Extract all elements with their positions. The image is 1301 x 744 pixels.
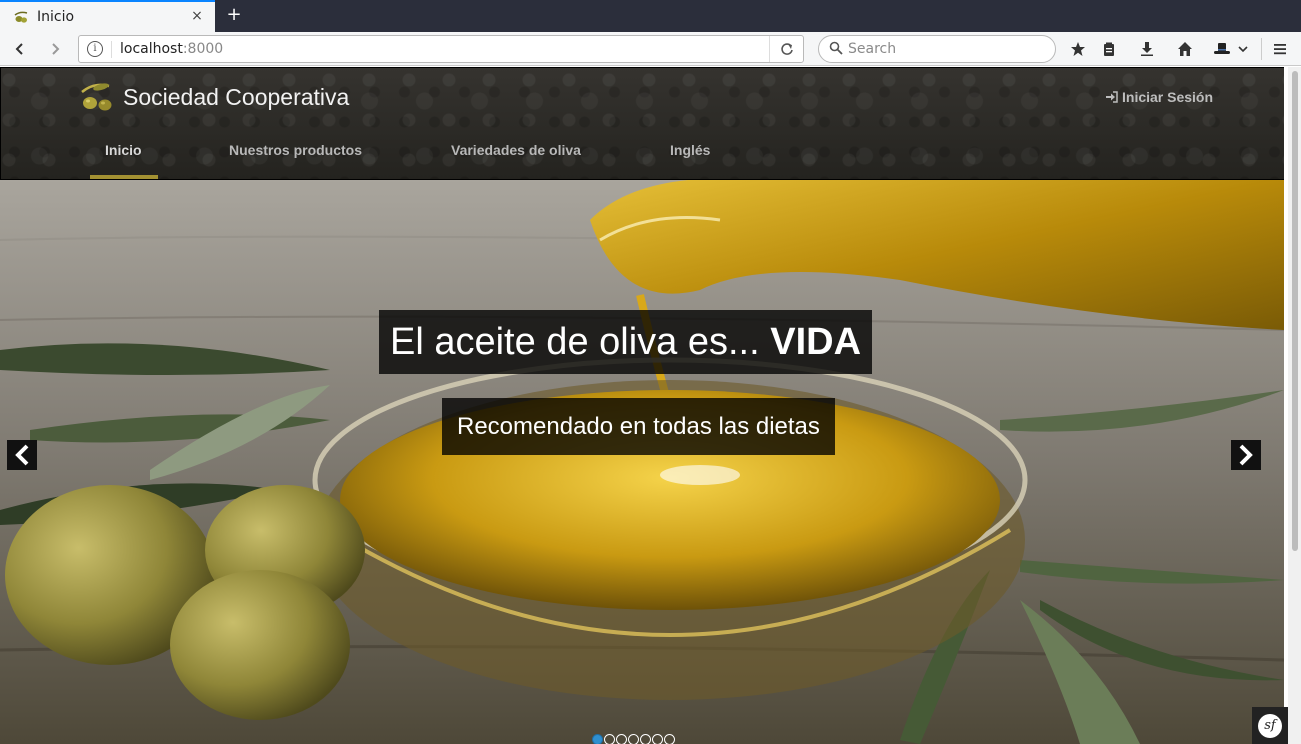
menu-item-ingles[interactable]: Inglés <box>670 142 710 158</box>
carousel-indicator[interactable] <box>640 734 651 744</box>
brand-name: Sociedad Cooperativa <box>123 83 350 110</box>
site-logo[interactable]: Sociedad Cooperativa <box>79 80 349 114</box>
page-scrollbar[interactable] <box>1288 67 1301 744</box>
login-label: Iniciar Sesión <box>1122 89 1214 105</box>
carousel-indicator[interactable] <box>628 734 639 744</box>
olive-oil-photo <box>0 180 1284 744</box>
chevron-right-icon <box>1239 444 1253 466</box>
carousel-indicator[interactable] <box>616 734 627 744</box>
info-icon[interactable]: i <box>87 41 103 57</box>
olive-favicon-icon <box>14 11 28 23</box>
browser-tab-strip: Inicio × + <box>0 0 1301 32</box>
symfony-logo: sf <box>1258 713 1282 738</box>
download-icon[interactable] <box>1135 37 1159 61</box>
menu-item-nuestros-productos[interactable]: Nuestros productos <box>229 142 362 158</box>
back-arrow-icon[interactable] <box>8 37 32 61</box>
magnifier-icon <box>829 41 843 55</box>
hamburger-icon[interactable] <box>1268 37 1292 61</box>
search-placeholder: Search <box>848 41 897 57</box>
menu-item-inicio[interactable]: Inicio <box>105 142 142 158</box>
menu-item-variedades-de-oliva[interactable]: Variedades de oliva <box>451 142 581 158</box>
tab-close-icon[interactable]: × <box>189 8 205 24</box>
search-input[interactable]: Search <box>818 35 1056 63</box>
olive-logo-icon <box>81 83 112 111</box>
url-text[interactable]: localhost:8000 <box>120 41 223 57</box>
browser-toolbar: i localhost:8000 Search <box>0 32 1301 66</box>
chevron-down-icon[interactable] <box>1234 37 1252 61</box>
new-tab-button[interactable]: + <box>224 6 244 26</box>
carousel-next-button[interactable] <box>1231 440 1261 470</box>
hero-carousel: El aceite de oliva es... VIDA Recomendad… <box>0 180 1284 744</box>
carousel-indicators <box>592 734 676 744</box>
url-divider <box>111 41 112 58</box>
toolbar-divider <box>1261 38 1262 60</box>
web-page: Sociedad Cooperativa Iniciar Sesión Inic… <box>0 67 1284 744</box>
hero-title: El aceite de oliva es... VIDA <box>379 310 873 374</box>
site-header: Sociedad Cooperativa Iniciar Sesión Inic… <box>0 67 1284 180</box>
carousel-indicator[interactable] <box>592 734 603 744</box>
carousel-indicator[interactable] <box>664 734 675 744</box>
main-menu: Inicio Nuestros productos Variedades de … <box>1 128 1284 181</box>
reload-icon[interactable] <box>769 36 803 62</box>
home-icon[interactable] <box>1173 37 1197 61</box>
scrollbar-thumb[interactable] <box>1292 71 1298 551</box>
hat-icon[interactable] <box>1210 37 1234 61</box>
symfony-icon[interactable]: sf <box>1252 707 1288 744</box>
url-host: localhost <box>120 41 183 57</box>
forward-arrow-icon[interactable] <box>43 37 67 61</box>
clipboard-icon[interactable] <box>1097 37 1121 61</box>
carousel-prev-button[interactable] <box>7 440 37 470</box>
url-bar[interactable]: i localhost:8000 <box>78 35 804 63</box>
chevron-left-icon <box>15 444 29 466</box>
browser-tab[interactable]: Inicio × <box>0 0 215 32</box>
tab-title: Inicio <box>37 9 75 25</box>
carousel-indicator[interactable] <box>604 734 615 744</box>
sign-in-icon <box>1106 91 1118 103</box>
url-port: :8000 <box>182 41 224 57</box>
login-link[interactable]: Iniciar Sesión <box>1105 89 1213 105</box>
hero-title-text: El aceite de oliva es... <box>390 321 771 363</box>
hero-subtitle: Recomendado en todas las dietas <box>442 398 835 455</box>
star-icon[interactable] <box>1066 37 1090 61</box>
hero-title-emphasis: VIDA <box>770 321 862 363</box>
active-menu-indicator <box>90 175 158 179</box>
carousel-indicator[interactable] <box>652 734 663 744</box>
